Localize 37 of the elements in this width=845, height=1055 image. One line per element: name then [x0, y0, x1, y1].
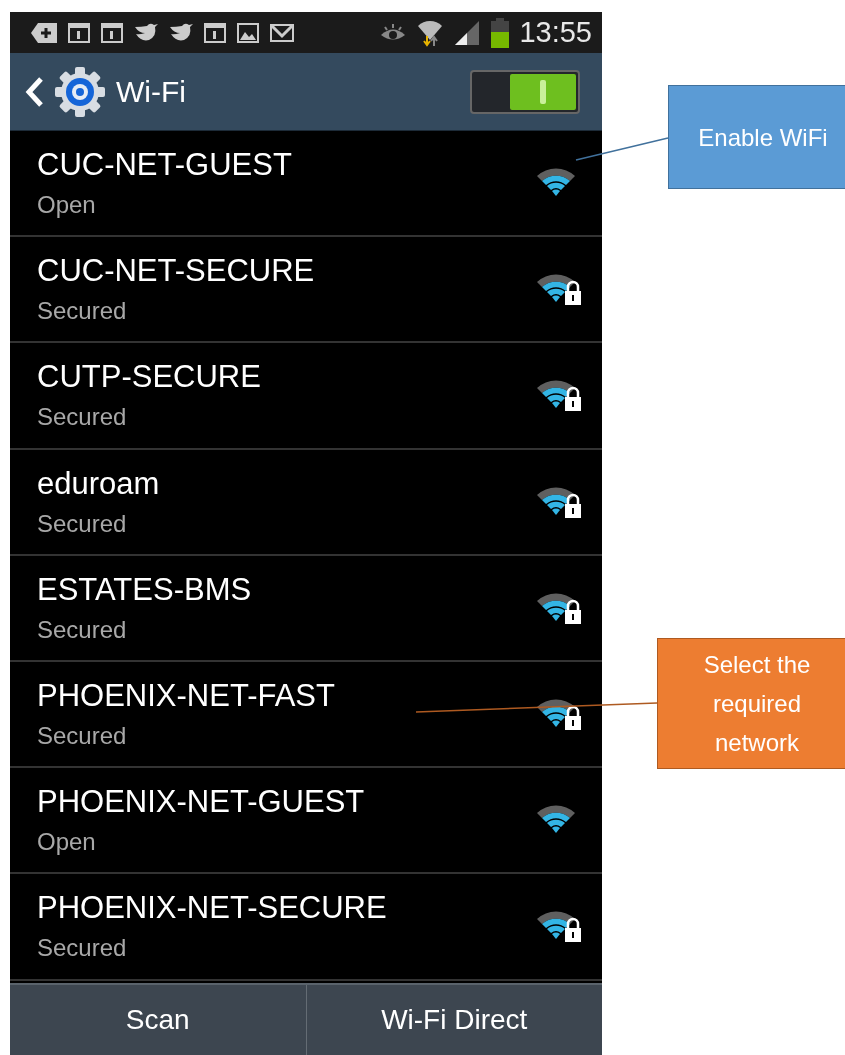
network-item[interactable]: eduroam Secured: [10, 449, 602, 556]
network-item[interactable]: CUC-NET-GUEST Open: [10, 131, 602, 238]
network-item[interactable]: CUTP-SECURE Secured: [10, 343, 602, 450]
network-item[interactable]: ESTATES-BMS Secured: [10, 555, 602, 662]
network-name: CUTP-SECURE: [37, 359, 262, 396]
settings-icon: [54, 65, 106, 118]
network-name: CUC-NET-GUEST: [37, 147, 293, 184]
calendar-icon: [67, 20, 91, 45]
network-name: eduroam: [37, 465, 161, 502]
network-name: PHOENIX-NET-GUEST: [37, 784, 366, 821]
security-status: Secured: [37, 722, 128, 751]
tag-plus-icon: [30, 20, 58, 45]
security-status: Secured: [37, 509, 128, 538]
security-status: Open: [37, 828, 97, 857]
security-status: Secured: [37, 297, 128, 326]
security-status: Secured: [37, 615, 128, 644]
back-icon[interactable]: [24, 75, 44, 108]
battery-icon: [490, 17, 511, 48]
image-icon: [236, 20, 260, 45]
callout-box: Enable WiFi: [668, 85, 845, 189]
security-status: Open: [37, 191, 97, 220]
callout-box: Select the required network: [657, 638, 845, 769]
security-status: Secured: [37, 934, 128, 963]
clock-time: 13:55: [519, 16, 592, 49]
network-name: CUC-NET-SECURE: [37, 253, 316, 290]
wifi-switch[interactable]: [470, 69, 580, 114]
screen-title: Wi-Fi: [116, 74, 187, 109]
network-item[interactable]: PHOENIX-NET-GUEST Open: [10, 768, 602, 875]
network-name: ESTATES-BMS: [37, 571, 253, 608]
network-name: PHOENIX-NET-SECURE: [37, 890, 388, 927]
network-item[interactable]: PHOENIX-NET-FAST Secured: [10, 661, 602, 769]
network-item[interactable]: PHOENIX-NET-SECURE Secured: [10, 874, 602, 981]
calendar-icon: [203, 20, 227, 45]
calendar-icon: [100, 20, 124, 45]
network-name: PHOENIX-NET-FAST: [37, 678, 336, 715]
security-status: Secured: [37, 403, 128, 432]
network-item[interactable]: CUC-NET-SECURE Secured: [10, 237, 602, 344]
